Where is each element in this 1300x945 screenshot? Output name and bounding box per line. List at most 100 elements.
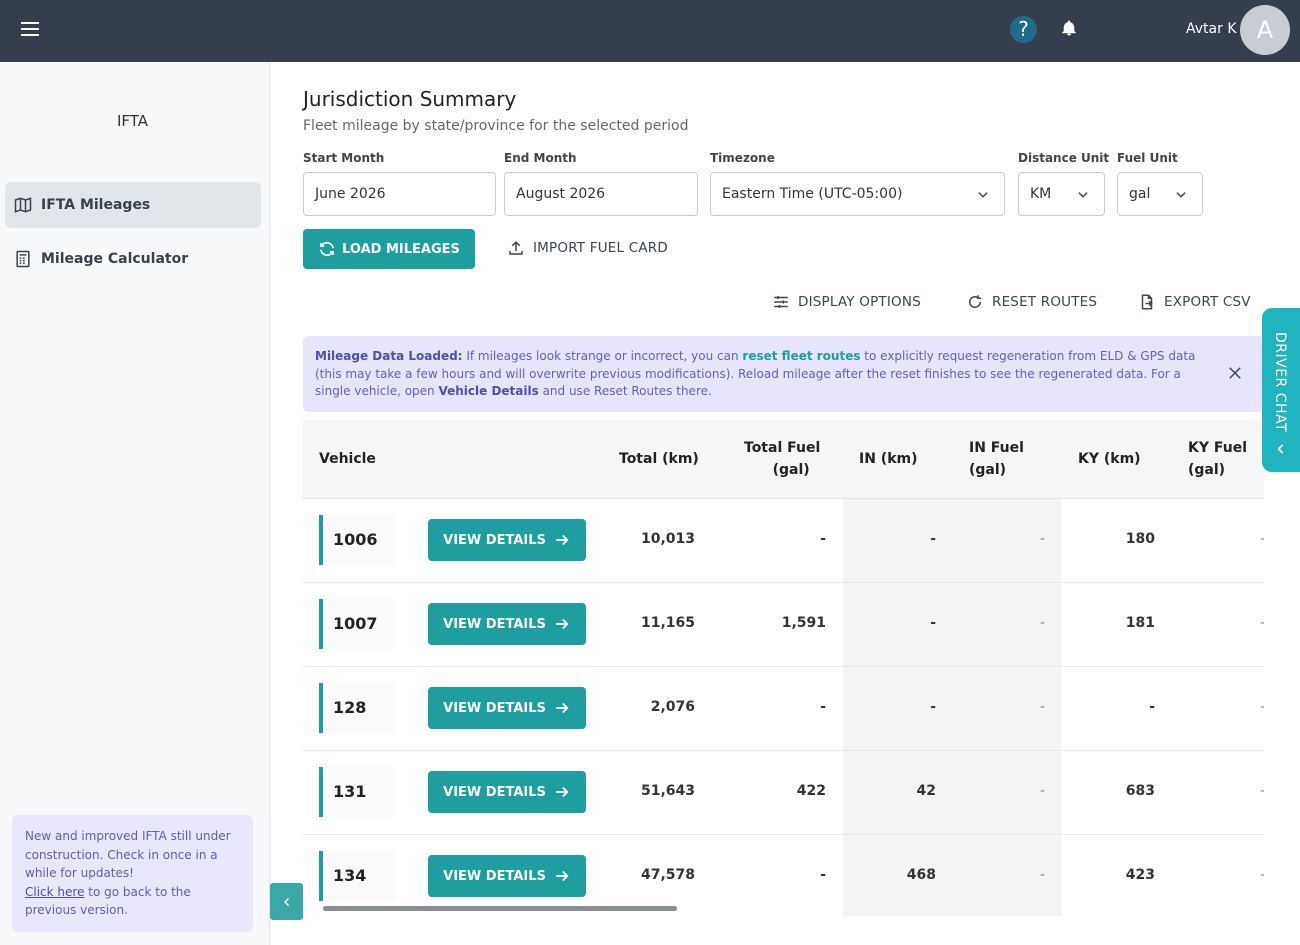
hamburger-menu-icon[interactable] xyxy=(18,18,42,42)
col-in-km[interactable]: IN (km) xyxy=(859,448,918,470)
view-details-button[interactable]: VIEW DETAILS xyxy=(428,855,586,897)
col-ky-fuel[interactable]: KY Fuel (gal) xyxy=(1188,437,1247,481)
cell-in: 42 xyxy=(916,783,936,799)
view-details-label: VIEW DETAILS xyxy=(443,700,546,716)
bell-icon[interactable] xyxy=(1060,18,1078,38)
col-in-fuel-line2: (gal) xyxy=(969,462,1007,478)
export-csv-button[interactable]: EXPORT CSV xyxy=(1138,293,1251,311)
cell-ky-fuel: - xyxy=(1260,531,1264,547)
end-month-field[interactable]: August 2026 xyxy=(504,172,698,216)
cell-in: 468 xyxy=(906,867,936,883)
cell-in-fuel: - xyxy=(1039,699,1045,715)
reset-routes-button[interactable]: RESET ROUTES xyxy=(966,293,1097,311)
cell-total: 47,578 xyxy=(640,867,695,883)
table-row: 131 VIEW DETAILS 51,643 422 42 - 683 - xyxy=(303,751,1264,835)
alert-text-3: and use Reset Routes there. xyxy=(538,384,712,398)
driver-chat-label: DRIVER CHAT xyxy=(1272,332,1288,433)
cell-total: 2,076 xyxy=(650,699,695,715)
distance-unit-value: KM xyxy=(1030,186,1052,202)
load-mileages-button[interactable]: LOAD MILEAGES xyxy=(303,229,475,269)
start-month-field[interactable]: June 2026 xyxy=(303,172,496,216)
timezone-label: Timezone xyxy=(710,151,775,165)
table-header: Vehicle Total (km) Total Fuel (gal) IN (k… xyxy=(303,420,1264,499)
cell-ky: 180 xyxy=(1125,531,1155,547)
sidebar: IFTA IFTA Mileages Mileage Calculator Ne… xyxy=(0,62,270,945)
vehicle-id: 128 xyxy=(319,683,395,733)
cell-total-fuel: 1,591 xyxy=(781,615,826,631)
view-details-button[interactable]: VIEW DETAILS xyxy=(428,771,586,813)
refresh-icon xyxy=(320,242,334,256)
load-mileages-label: LOAD MILEAGES xyxy=(342,241,460,257)
upload-icon xyxy=(509,240,523,255)
arrow-right-icon xyxy=(555,786,569,798)
alert-text-1: If mileages look strange or incorrect, y… xyxy=(462,349,743,363)
cell-total-fuel: - xyxy=(820,531,826,547)
arrow-right-icon xyxy=(555,870,569,882)
display-options-label: DISPLAY OPTIONS xyxy=(798,294,921,310)
arrow-right-icon xyxy=(555,702,569,714)
horizontal-scrollbar[interactable] xyxy=(323,906,677,911)
cell-in-fuel: - xyxy=(1039,867,1045,883)
avatar[interactable]: A xyxy=(1240,5,1290,55)
view-details-button[interactable]: VIEW DETAILS xyxy=(428,687,586,729)
col-total-km[interactable]: Total (km) xyxy=(619,448,699,470)
construction-notice: New and improved IFTA still under constr… xyxy=(12,815,253,932)
notice-text: New and improved IFTA still under constr… xyxy=(25,829,231,880)
cell-total-fuel: - xyxy=(820,699,826,715)
chevron-down-icon xyxy=(1176,192,1186,198)
sliders-icon xyxy=(774,296,788,308)
page-title: Jurisdiction Summary xyxy=(303,87,517,111)
start-month-value: June 2026 xyxy=(315,186,386,202)
vehicle-details-link[interactable]: Vehicle Details xyxy=(438,384,538,398)
arrow-right-icon xyxy=(555,534,569,546)
page-subtitle: Fleet mileage by state/province for the … xyxy=(303,118,689,134)
reset-icon xyxy=(969,295,982,308)
sidebar-item-ifta-mileages[interactable]: IFTA Mileages xyxy=(5,182,261,228)
view-details-label: VIEW DETAILS xyxy=(443,532,546,548)
col-vehicle[interactable]: Vehicle xyxy=(319,448,376,470)
distance-unit-select[interactable]: KM xyxy=(1018,172,1105,216)
driver-chat-tab[interactable]: DRIVER CHAT xyxy=(1262,308,1300,472)
previous-version-link[interactable]: Click here xyxy=(25,885,84,899)
col-in-fuel[interactable]: IN Fuel (gal) xyxy=(969,437,1024,481)
timezone-select[interactable]: Eastern Time (UTC-05:00) xyxy=(710,172,1005,216)
table-row: 1007 VIEW DETAILS 11,165 1,591 - - 181 - xyxy=(303,583,1264,667)
view-details-button[interactable]: VIEW DETAILS xyxy=(428,519,586,561)
vehicle-id: 1006 xyxy=(319,515,395,565)
cell-ky-fuel: - xyxy=(1260,867,1264,883)
chevron-down-icon xyxy=(978,192,988,198)
table-row: 128 VIEW DETAILS 2,076 - - - - - xyxy=(303,667,1264,751)
cell-in: - xyxy=(930,615,936,631)
import-fuel-card-button[interactable]: IMPORT FUEL CARD xyxy=(507,239,668,257)
reset-fleet-routes-link[interactable]: reset fleet routes xyxy=(742,349,860,363)
timezone-value: Eastern Time (UTC-05:00) xyxy=(722,186,903,202)
fuel-unit-label: Fuel Unit xyxy=(1117,151,1178,165)
view-details-button[interactable]: VIEW DETAILS xyxy=(428,603,586,645)
close-icon[interactable] xyxy=(1226,364,1244,382)
vehicle-id: 1007 xyxy=(319,599,395,649)
col-ky-km[interactable]: KY (km) xyxy=(1078,448,1141,470)
col-ky-fuel-line1: KY Fuel xyxy=(1188,440,1247,456)
mileage-table[interactable]: Vehicle Total (km) Total Fuel (gal) IN (k… xyxy=(303,420,1264,916)
cell-in: - xyxy=(930,699,936,715)
vehicle-id: 134 xyxy=(319,851,395,901)
chevron-down-icon xyxy=(1078,192,1088,198)
cell-in-fuel: - xyxy=(1039,783,1045,799)
cell-ky: - xyxy=(1149,699,1155,715)
display-options-button[interactable]: DISPLAY OPTIONS xyxy=(772,293,921,311)
cell-ky-fuel: - xyxy=(1260,783,1264,799)
cell-ky: 683 xyxy=(1125,783,1155,799)
cell-in-fuel: - xyxy=(1039,615,1045,631)
cell-ky-fuel: - xyxy=(1260,615,1264,631)
table-row: 134 VIEW DETAILS 47,578 - 468 - 423 - xyxy=(303,835,1264,916)
help-icon[interactable]: ? xyxy=(1010,16,1037,43)
user-name[interactable]: Avtar K xyxy=(1186,21,1237,37)
col-total-fuel[interactable]: Total Fuel (gal) xyxy=(744,437,820,481)
view-details-label: VIEW DETAILS xyxy=(443,616,546,632)
col-ky-fuel-line2: (gal) xyxy=(1188,462,1226,478)
end-month-value: August 2026 xyxy=(516,186,606,202)
sidebar-item-mileage-calculator[interactable]: Mileage Calculator xyxy=(5,236,261,282)
sidebar-item-label: IFTA Mileages xyxy=(41,197,151,213)
fuel-unit-select[interactable]: gal xyxy=(1117,172,1203,216)
cell-in: - xyxy=(930,531,936,547)
